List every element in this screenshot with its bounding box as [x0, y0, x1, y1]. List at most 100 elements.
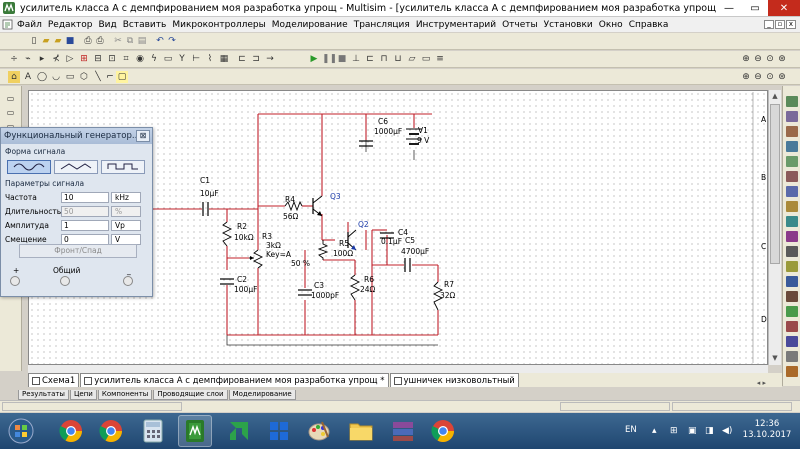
function-generator-instrument-icon[interactable]	[786, 111, 798, 122]
border-toggle-icon[interactable]: ⊖	[752, 71, 764, 83]
taskbar-windows-apps[interactable]	[262, 415, 296, 447]
place-misc-icon[interactable]: ▭	[162, 53, 174, 65]
place-analog-icon[interactable]: ▷	[64, 53, 76, 65]
agilent-generator-icon[interactable]	[786, 306, 798, 317]
tray-expand-icon[interactable]: ▴	[652, 426, 657, 436]
ellipse-icon[interactable]: ◯	[36, 71, 48, 83]
taskbar-archiver[interactable]	[386, 415, 420, 447]
plus-terminal[interactable]	[10, 276, 20, 286]
zoom-out-icon[interactable]: ⊖	[752, 53, 764, 65]
rise-fall-button[interactable]: Фронт/Спад	[19, 244, 137, 258]
line-icon[interactable]: ╲	[92, 71, 104, 83]
frequency-input[interactable]: 10	[61, 191, 109, 203]
grid-toggle-icon[interactable]: ⊕	[740, 71, 752, 83]
maximize-button[interactable]: ▭	[742, 0, 768, 16]
postprocessor-icon[interactable]: ⊓	[378, 53, 390, 65]
tab-schema1[interactable]: Схема1	[28, 373, 80, 387]
function-generator-header[interactable]: Функциональный генератор... ⊠	[1, 128, 152, 144]
select-icon[interactable]: ⌂	[8, 71, 20, 83]
agilent-multimeter-icon[interactable]	[786, 321, 798, 332]
scroll-down-icon[interactable]: ▼	[769, 352, 781, 364]
place-transistor-icon[interactable]: ⊀	[50, 53, 62, 65]
place-basic-icon[interactable]: ⌁	[22, 53, 34, 65]
menu-transfer[interactable]: Трансляция	[351, 20, 413, 30]
start-button[interactable]	[4, 415, 38, 447]
logic-converter-icon[interactable]	[786, 231, 798, 242]
menu-simulate[interactable]: Моделирование	[269, 20, 351, 30]
place-mixed-icon[interactable]: ⌗	[120, 53, 132, 65]
grapher-icon[interactable]: ⊏	[364, 53, 376, 65]
wattmeter-icon[interactable]: ▭	[4, 108, 17, 119]
taskbar-chrome-3[interactable]	[426, 415, 460, 447]
tray-video-icon[interactable]: ▣	[688, 426, 697, 436]
network-analyzer-icon[interactable]	[786, 291, 798, 302]
triangle-wave-button[interactable]	[54, 160, 98, 174]
spectrum-analyzer-icon[interactable]	[786, 276, 798, 287]
open-icon[interactable]: ▰	[40, 35, 52, 47]
stop-simulation-icon[interactable]: ■	[336, 53, 348, 65]
wattmeter-instrument-icon[interactable]	[786, 126, 798, 137]
taskbar-calculator[interactable]	[136, 415, 170, 447]
text-tool-icon[interactable]: A	[22, 71, 34, 83]
amplitude-input[interactable]: 1	[61, 219, 109, 231]
offset-input[interactable]: 0	[61, 233, 109, 245]
bode-plotter-icon[interactable]	[786, 171, 798, 182]
multimeter-instrument-icon[interactable]	[786, 96, 798, 107]
four-channel-oscilloscope-icon[interactable]	[786, 156, 798, 167]
place-bus-icon[interactable]: ⊐	[250, 53, 262, 65]
open-sample-icon[interactable]: ▰	[52, 35, 64, 47]
zoom-in-icon[interactable]: ⊕	[740, 53, 752, 65]
new-icon[interactable]: ▯	[28, 35, 40, 47]
paste-icon[interactable]: ▤	[136, 35, 148, 47]
tab-nets[interactable]: Цепи	[69, 390, 97, 400]
print-preview-icon[interactable]: ⎙	[94, 35, 106, 47]
taskbar-chrome-1[interactable]	[54, 415, 88, 447]
polyline-icon[interactable]: ⌐	[104, 71, 116, 83]
place-source-icon[interactable]: ÷	[8, 53, 20, 65]
tab-components[interactable]: Компоненты	[97, 390, 153, 400]
place-advanced-icon[interactable]: Y	[176, 53, 188, 65]
function-generator-close-button[interactable]: ⊠	[136, 130, 150, 142]
place-hier-icon[interactable]: ⊏	[236, 53, 248, 65]
taskbar-file-explorer[interactable]	[344, 415, 378, 447]
tray-network-icon[interactable]: ⊞	[670, 426, 678, 436]
minimize-button[interactable]: —	[716, 0, 742, 16]
place-electromech-icon[interactable]: ⌇	[204, 53, 216, 65]
word-generator-icon[interactable]	[786, 201, 798, 212]
language-indicator[interactable]: EN	[625, 425, 637, 435]
redo-icon[interactable]: ↷	[166, 35, 178, 47]
page-bounds-icon[interactable]: ⊙	[764, 71, 776, 83]
run-simulation-icon[interactable]: ▶	[308, 53, 320, 65]
zoom-area-icon[interactable]: ⊙	[764, 53, 776, 65]
menu-tools[interactable]: Инструментарий	[413, 20, 499, 30]
current-probe-icon[interactable]	[786, 366, 798, 377]
save-icon[interactable]: ■	[64, 35, 76, 47]
close-button[interactable]: ✕	[768, 0, 800, 16]
square-wave-button[interactable]	[101, 160, 145, 174]
print-icon[interactable]: ⎙	[82, 35, 94, 47]
tab-scroll-arrows[interactable]: ◂ ▸	[757, 379, 782, 387]
arc-icon[interactable]: ◡	[50, 71, 62, 83]
tab-results[interactable]: Результаты	[18, 390, 69, 400]
scroll-thumb[interactable]	[770, 104, 780, 264]
tab-simulation[interactable]: Моделирование	[228, 390, 296, 400]
place-mcu-icon[interactable]: ▦	[218, 53, 230, 65]
scroll-up-icon[interactable]: ▲	[769, 90, 781, 102]
tab-headphone-amp[interactable]: ушничек низковольтный	[389, 373, 519, 387]
place-indicator-icon[interactable]: ◉	[134, 53, 146, 65]
pause-simulation-icon[interactable]: ❚❚	[322, 53, 337, 65]
place-ttl-icon[interactable]: ⊞	[78, 53, 90, 65]
iv-analyzer-icon[interactable]	[786, 246, 798, 257]
distortion-analyzer-icon[interactable]	[786, 261, 798, 272]
erc-icon[interactable]: ▱	[406, 53, 418, 65]
agilent-oscilloscope-icon[interactable]	[786, 336, 798, 347]
oscilloscope-instrument-icon[interactable]	[786, 141, 798, 152]
frequency-unit-select[interactable]: kHz	[111, 191, 141, 203]
tray-volume-icon[interactable]: ◀)	[722, 426, 732, 436]
place-connector-icon[interactable]: →	[264, 53, 276, 65]
zoom-fit-icon[interactable]: ⊛	[776, 53, 788, 65]
multimeter-icon[interactable]: ▭	[4, 94, 17, 105]
comment-icon[interactable]: ▢	[116, 71, 128, 83]
polygon-icon[interactable]: ⬡	[78, 71, 90, 83]
vertical-scrollbar[interactable]: ▲ ▼	[768, 90, 781, 365]
